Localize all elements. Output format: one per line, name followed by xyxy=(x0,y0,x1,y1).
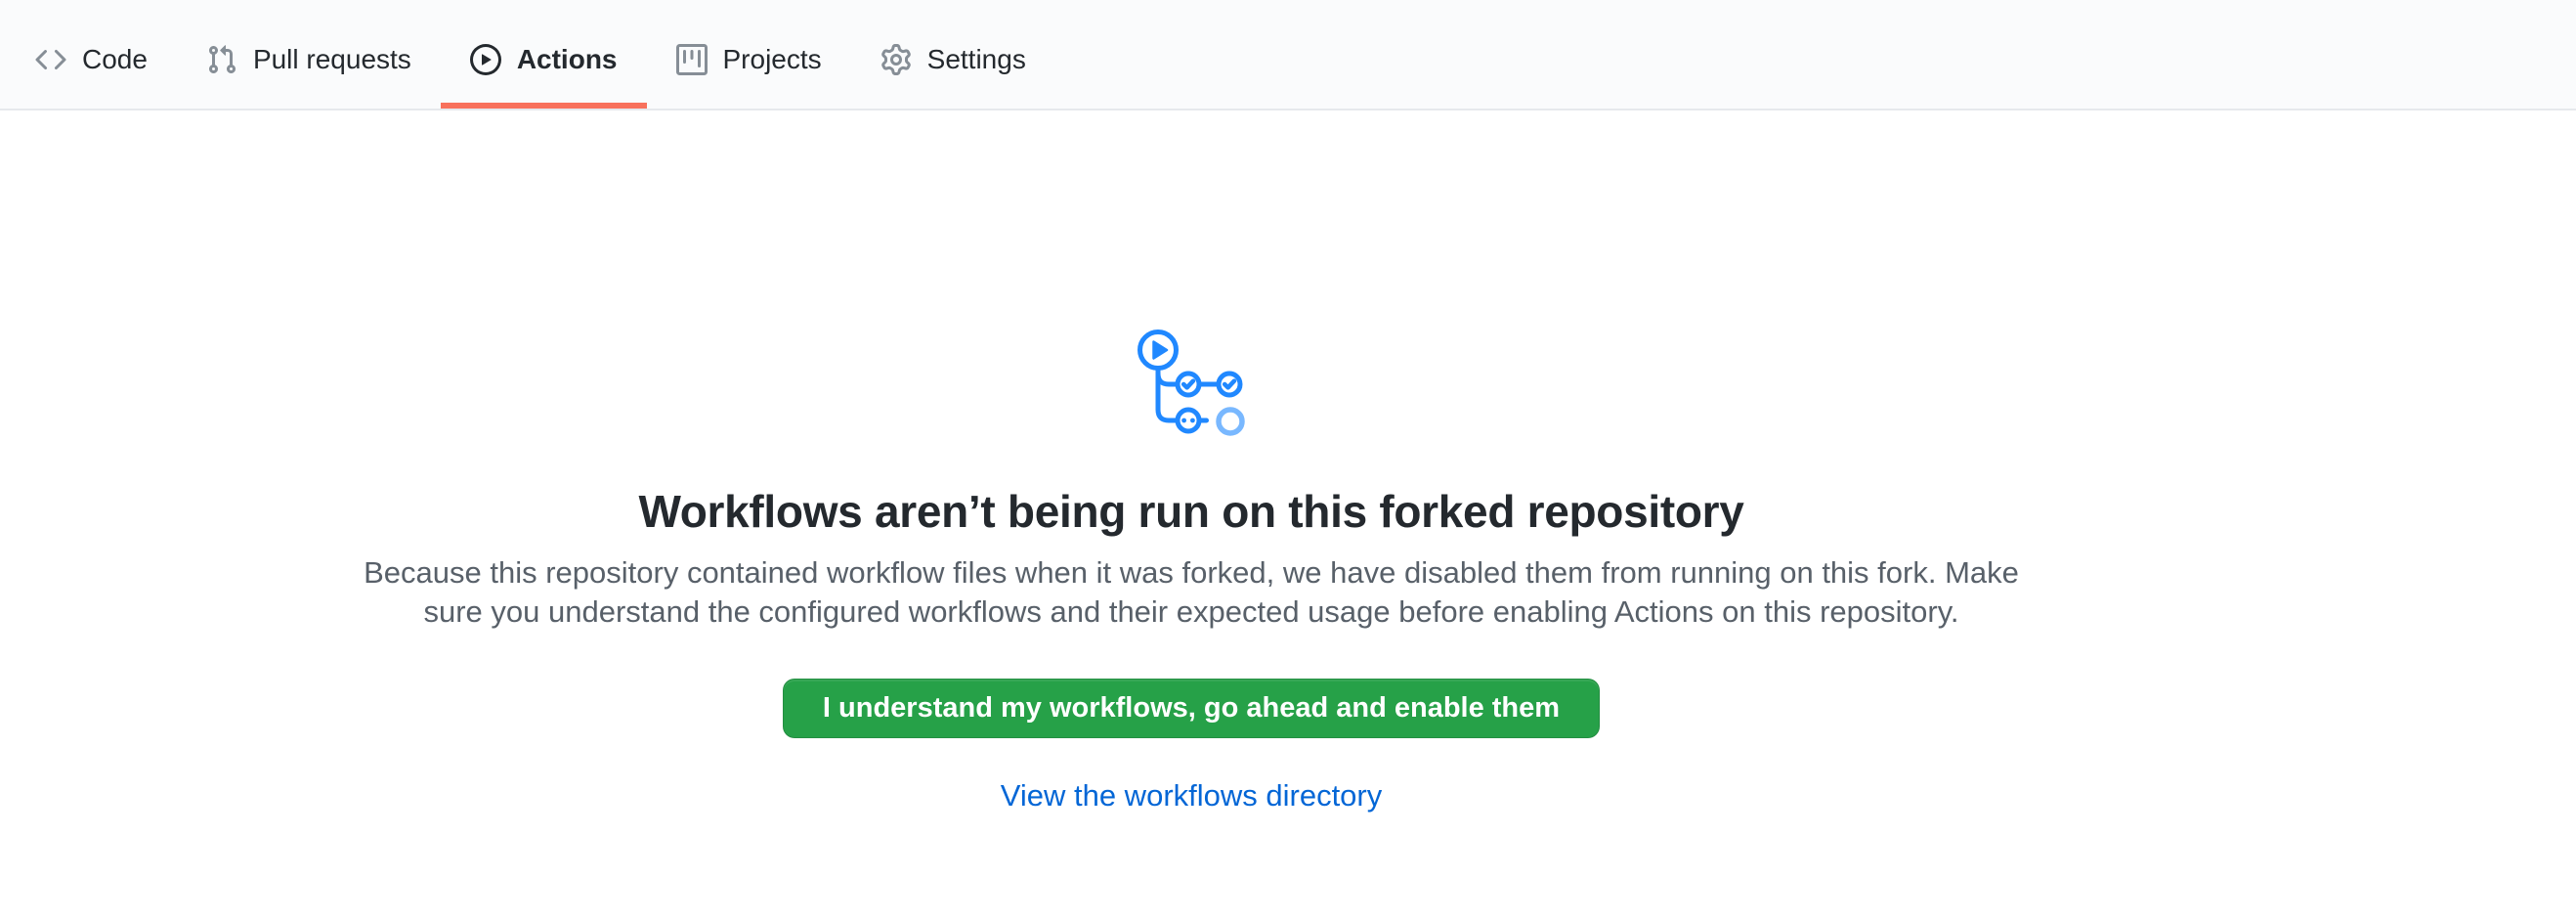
repo-tab-bar: Code Pull requests Actions Projects Sett… xyxy=(0,0,2576,110)
gear-icon xyxy=(880,44,912,75)
tab-projects-label: Projects xyxy=(723,46,822,73)
view-workflows-directory-link[interactable]: View the workflows directory xyxy=(1001,779,1383,813)
tab-projects[interactable]: Projects xyxy=(647,0,851,109)
tab-code[interactable]: Code xyxy=(6,0,177,109)
enable-workflows-button[interactable]: I understand my workflows, go ahead and … xyxy=(783,679,1600,738)
play-icon xyxy=(470,44,501,75)
tab-pull-requests-label: Pull requests xyxy=(253,46,411,73)
tab-settings[interactable]: Settings xyxy=(851,0,1055,109)
tab-code-label: Code xyxy=(82,46,148,73)
blankslate-description: Because this repository contained workfl… xyxy=(364,553,2019,632)
description-line-2: sure you understand the configured workf… xyxy=(423,594,1958,629)
description-line-1: Because this repository contained workfl… xyxy=(364,555,2019,590)
blankslate-title: Workflows aren’t being run on this forke… xyxy=(638,483,1743,540)
git-pull-request-icon xyxy=(206,44,237,75)
tab-actions-label: Actions xyxy=(517,46,618,73)
workflow-graph-icon xyxy=(1137,329,1246,438)
tab-settings-label: Settings xyxy=(927,46,1026,73)
actions-disabled-blankslate: Workflows aren’t being run on this forke… xyxy=(0,110,2383,813)
project-icon xyxy=(676,44,708,75)
tab-actions[interactable]: Actions xyxy=(441,0,647,109)
tab-pull-requests[interactable]: Pull requests xyxy=(177,0,441,109)
code-icon xyxy=(35,44,66,75)
